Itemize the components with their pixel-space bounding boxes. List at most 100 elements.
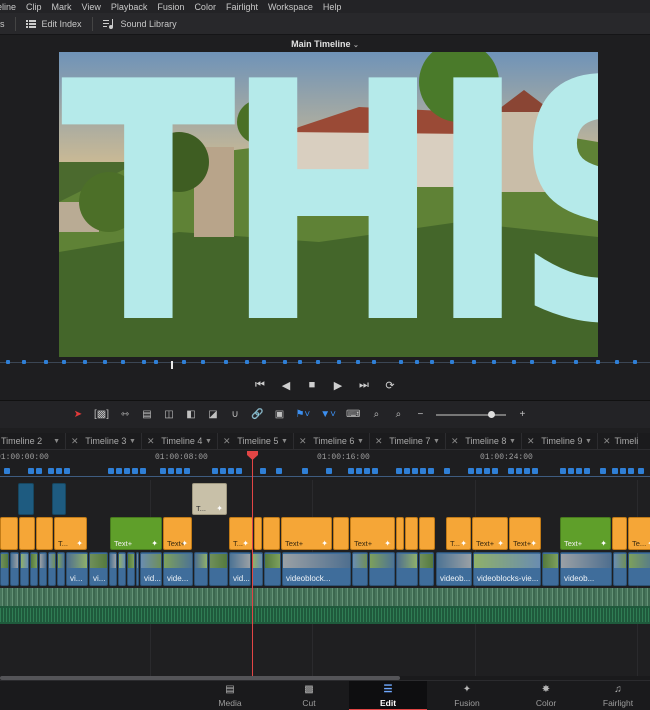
trim-mode-icon[interactable]: [▩] <box>94 409 109 420</box>
overwrite-clip-icon[interactable]: ◧ <box>185 409 197 420</box>
video-clip[interactable] <box>352 552 368 586</box>
text-plus-clip[interactable] <box>333 517 349 550</box>
menu-view[interactable]: View <box>77 2 106 12</box>
text-plus-clip[interactable] <box>396 517 404 550</box>
tab-timeline-4[interactable]: ✕ Timeline 4 ▼ <box>142 433 218 449</box>
menu-timeline[interactable]: eline <box>0 2 21 12</box>
blade-icon[interactable]: ▤ <box>141 409 153 420</box>
text-plus-clip[interactable]: Text+ ✦ <box>560 517 611 550</box>
jump-to-end-icon[interactable]: ⏭ <box>358 379 370 392</box>
tab-timeline-8[interactable]: ✕ Timeline 8 ▼ <box>446 433 522 449</box>
insert-clip-icon[interactable]: ◫ <box>163 409 175 420</box>
scrubber-playhead[interactable] <box>171 361 173 369</box>
close-icon[interactable]: ✕ <box>603 436 611 447</box>
zoom-fit-icon[interactable]: ⌕ <box>370 409 382 420</box>
video-clip[interactable]: vid... <box>229 552 251 586</box>
video-clip[interactable] <box>419 552 434 586</box>
menu-mark[interactable]: Mark <box>47 2 77 12</box>
tab-timeline-10[interactable]: ✕ Timeli <box>598 433 638 449</box>
flag-icon[interactable]: ⚑˅ <box>295 409 310 420</box>
video-clip[interactable] <box>48 552 56 586</box>
text-plus-clip[interactable] <box>19 517 35 550</box>
video-clip[interactable]: videob... <box>560 552 612 586</box>
stop-icon[interactable]: ■ <box>306 379 318 391</box>
tab-timeline-5[interactable]: ✕ Timeline 5 ▼ <box>218 433 294 449</box>
marker-icon[interactable]: ▼˅ <box>320 409 336 420</box>
viewer-timeline-selector[interactable]: Main Timeline ⌄ <box>0 36 650 52</box>
text-plus-clip[interactable]: Text+ ✦ <box>509 517 541 550</box>
video-clip[interactable] <box>118 552 126 586</box>
video-clip[interactable] <box>136 552 139 586</box>
close-icon[interactable]: ✕ <box>223 436 231 447</box>
menu-fusion[interactable]: Fusion <box>152 2 189 12</box>
lock-icon[interactable]: ▣ <box>273 409 285 420</box>
video-clip-teal[interactable] <box>52 483 66 515</box>
video-clip[interactable] <box>57 552 65 586</box>
page-edit[interactable]: ☰ Edit <box>349 681 427 710</box>
text-plus-clip[interactable]: Text+ ✦ <box>350 517 395 550</box>
video-clip[interactable] <box>39 552 47 586</box>
video-clip[interactable]: vi... <box>89 552 108 586</box>
video-clip[interactable] <box>30 552 38 586</box>
video-clip[interactable]: vi... <box>66 552 88 586</box>
video-clip[interactable] <box>10 552 19 586</box>
text-plus-clip[interactable]: Text+ ✦ <box>110 517 162 550</box>
fusion-clip[interactable]: T... ✦ <box>192 483 227 515</box>
text-plus-clip[interactable]: Text+ ✦ <box>472 517 508 550</box>
selection-arrow-icon[interactable]: ➤ <box>72 409 84 420</box>
video-clip[interactable]: vid... <box>140 552 162 586</box>
page-media[interactable]: ▤ Media <box>191 681 269 710</box>
zoom-slider[interactable] <box>436 410 507 418</box>
page-fusion[interactable]: ✦ Fusion <box>428 681 506 710</box>
video-clip[interactable] <box>252 552 263 586</box>
video-clip[interactable]: videob... <box>436 552 472 586</box>
text-plus-clip[interactable] <box>36 517 53 550</box>
page-fairlight[interactable]: ♫ Fairlight <box>586 681 650 710</box>
video-clip[interactable] <box>369 552 395 586</box>
text-plus-clip[interactable] <box>612 517 627 550</box>
text-plus-clip[interactable]: Text+ ✦ <box>281 517 332 550</box>
tab-timeline-7[interactable]: ✕ Timeline 7 ▼ <box>370 433 446 449</box>
video-clip[interactable] <box>542 552 559 586</box>
menu-clip[interactable]: Clip <box>21 2 47 12</box>
video-clip[interactable] <box>20 552 29 586</box>
replace-clip-icon[interactable]: ◪ <box>207 409 219 420</box>
close-icon[interactable]: ✕ <box>71 436 79 447</box>
sound-library-button[interactable]: Sound Library <box>93 18 187 29</box>
text-plus-clip[interactable]: T... ✦ <box>229 517 253 550</box>
viewer-scrubber[interactable] <box>0 359 650 369</box>
text-plus-clip[interactable]: T... ✦ <box>54 517 87 550</box>
video-clip[interactable]: videoblocks-vie... <box>473 552 541 586</box>
menu-playback[interactable]: Playback <box>106 2 153 12</box>
tab-timeline-6[interactable]: ✕ Timeline 6 ▼ <box>294 433 370 449</box>
text-plus-clip[interactable] <box>405 517 418 550</box>
text-plus-clip[interactable] <box>263 517 280 550</box>
text-plus-clip[interactable] <box>254 517 262 550</box>
timeline-view-icon[interactable]: ⌨ <box>346 409 360 420</box>
zoom-custom-icon[interactable]: ⌕ <box>392 409 404 420</box>
text-plus-clip[interactable] <box>0 517 18 550</box>
tab-timeline-3[interactable]: ✕ Timeline 3 ▼ <box>66 433 142 449</box>
close-icon[interactable]: ✕ <box>527 436 535 447</box>
tab-timeline-9[interactable]: ✕ Timeline 9 ▼ <box>522 433 598 449</box>
loop-icon[interactable]: ⟳ <box>384 379 396 392</box>
page-color[interactable]: ✸ Color <box>507 681 585 710</box>
text-plus-clip[interactable]: T... ✦ <box>446 517 471 550</box>
snapping-icon[interactable]: ∪ <box>229 409 241 420</box>
zoom-in-icon[interactable]: + <box>516 409 528 420</box>
menu-workspace[interactable]: Workspace <box>263 2 318 12</box>
video-clip[interactable] <box>109 552 117 586</box>
edit-index-button[interactable]: Edit Index <box>16 19 92 29</box>
close-icon[interactable]: ✕ <box>299 436 307 447</box>
video-clip[interactable]: vide... <box>163 552 193 586</box>
video-clip[interactable] <box>628 552 650 586</box>
play-icon[interactable]: ▶ <box>332 379 344 392</box>
zoom-slider-knob[interactable] <box>488 410 496 418</box>
close-icon[interactable]: ✕ <box>375 436 383 447</box>
video-clip[interactable] <box>396 552 418 586</box>
video-clip[interactable] <box>264 552 281 586</box>
menu-color[interactable]: Color <box>189 2 221 12</box>
toolbar-cut-item[interactable]: s <box>0 19 15 29</box>
reverse-play-icon[interactable]: ◀ <box>280 379 292 392</box>
video-viewer[interactable]: THIS <box>59 52 598 357</box>
